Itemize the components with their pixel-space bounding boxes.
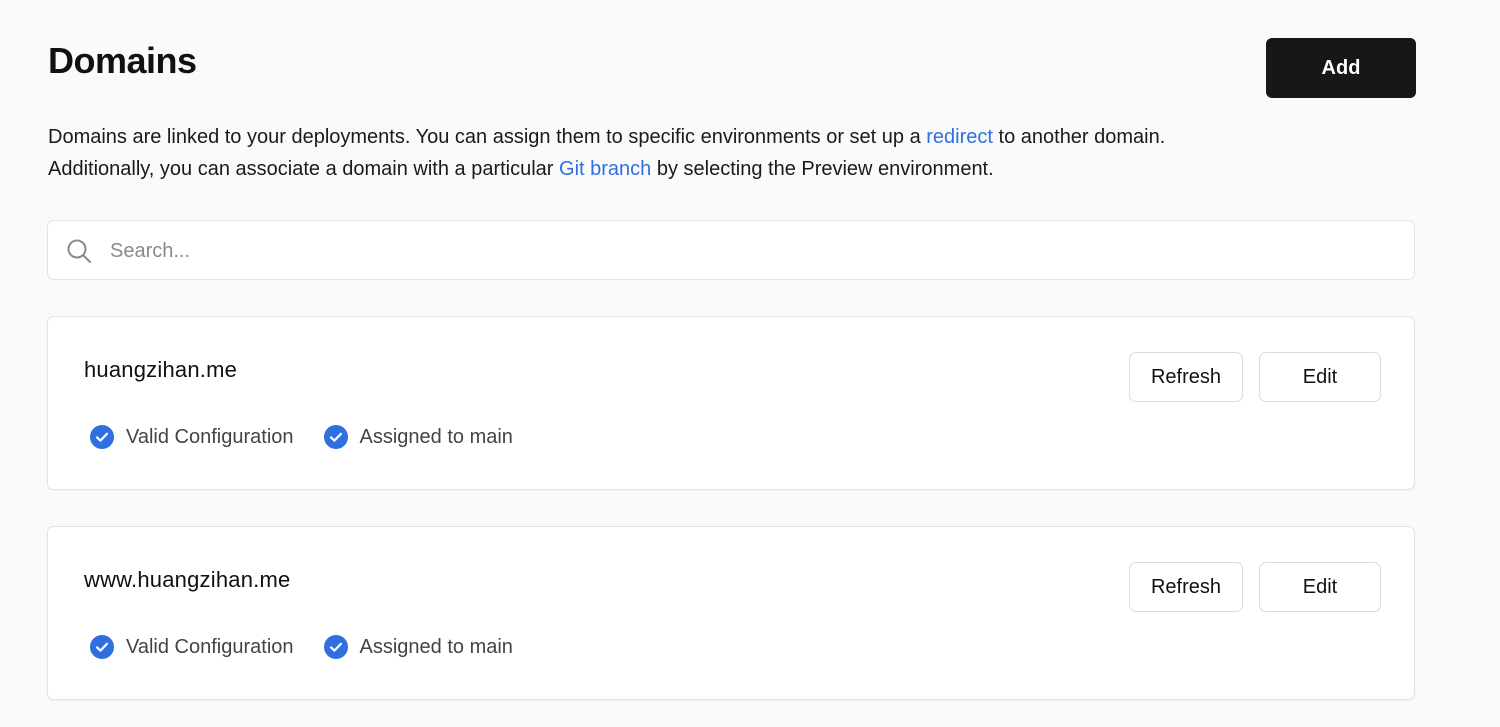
redirect-link[interactable]: redirect: [926, 126, 993, 148]
refresh-button[interactable]: Refresh: [1129, 352, 1243, 402]
page-header: Domains Add: [48, 0, 1417, 110]
status-row: Valid Configuration Assigned to main: [90, 633, 543, 661]
description-text: to another domain.: [992, 126, 1166, 148]
domains-page: Domains Add Domains are linked to your d…: [47, 0, 1417, 700]
check-circle-icon: [90, 635, 114, 659]
status-valid-configuration: Valid Configuration: [90, 635, 294, 659]
domain-name: www.huangzihan.me: [84, 567, 291, 592]
check-circle-icon: [323, 425, 348, 449]
domain-card: www.huangzihan.me Refresh Edit Valid Con…: [47, 526, 1415, 700]
git-branch-link[interactable]: Git branch: [559, 158, 651, 180]
edit-button[interactable]: Edit: [1259, 562, 1381, 612]
description-text: Additionally, you can associate a domain…: [48, 158, 560, 180]
status-assigned-branch: Assigned to main: [323, 425, 513, 449]
domain-name: huangzihan.me: [84, 357, 238, 382]
status-label: Valid Configuration: [126, 425, 294, 448]
description-text: by selecting the Preview environment.: [651, 158, 994, 180]
search-input[interactable]: [108, 221, 1402, 281]
status-label: Assigned to main: [359, 425, 513, 448]
status-row: Valid Configuration Assigned to main: [90, 423, 543, 451]
page-title: Domains: [48, 40, 197, 81]
domain-card: huangzihan.me Refresh Edit Valid Configu…: [47, 316, 1415, 490]
status-label: Assigned to main: [359, 635, 513, 658]
description-text: Domains are linked to your deployments. …: [48, 126, 927, 148]
search-icon: [67, 239, 91, 263]
search-box[interactable]: [47, 220, 1415, 281]
check-circle-icon: [90, 425, 114, 449]
check-circle-icon: [323, 635, 348, 659]
status-assigned-branch: Assigned to main: [323, 635, 513, 659]
page-description: Domains are linked to your deployments. …: [48, 121, 1348, 185]
status-label: Valid Configuration: [126, 635, 294, 658]
refresh-button[interactable]: Refresh: [1129, 562, 1243, 612]
edit-button[interactable]: Edit: [1259, 352, 1381, 402]
status-valid-configuration: Valid Configuration: [90, 425, 294, 449]
add-domain-button[interactable]: Add: [1266, 38, 1416, 98]
